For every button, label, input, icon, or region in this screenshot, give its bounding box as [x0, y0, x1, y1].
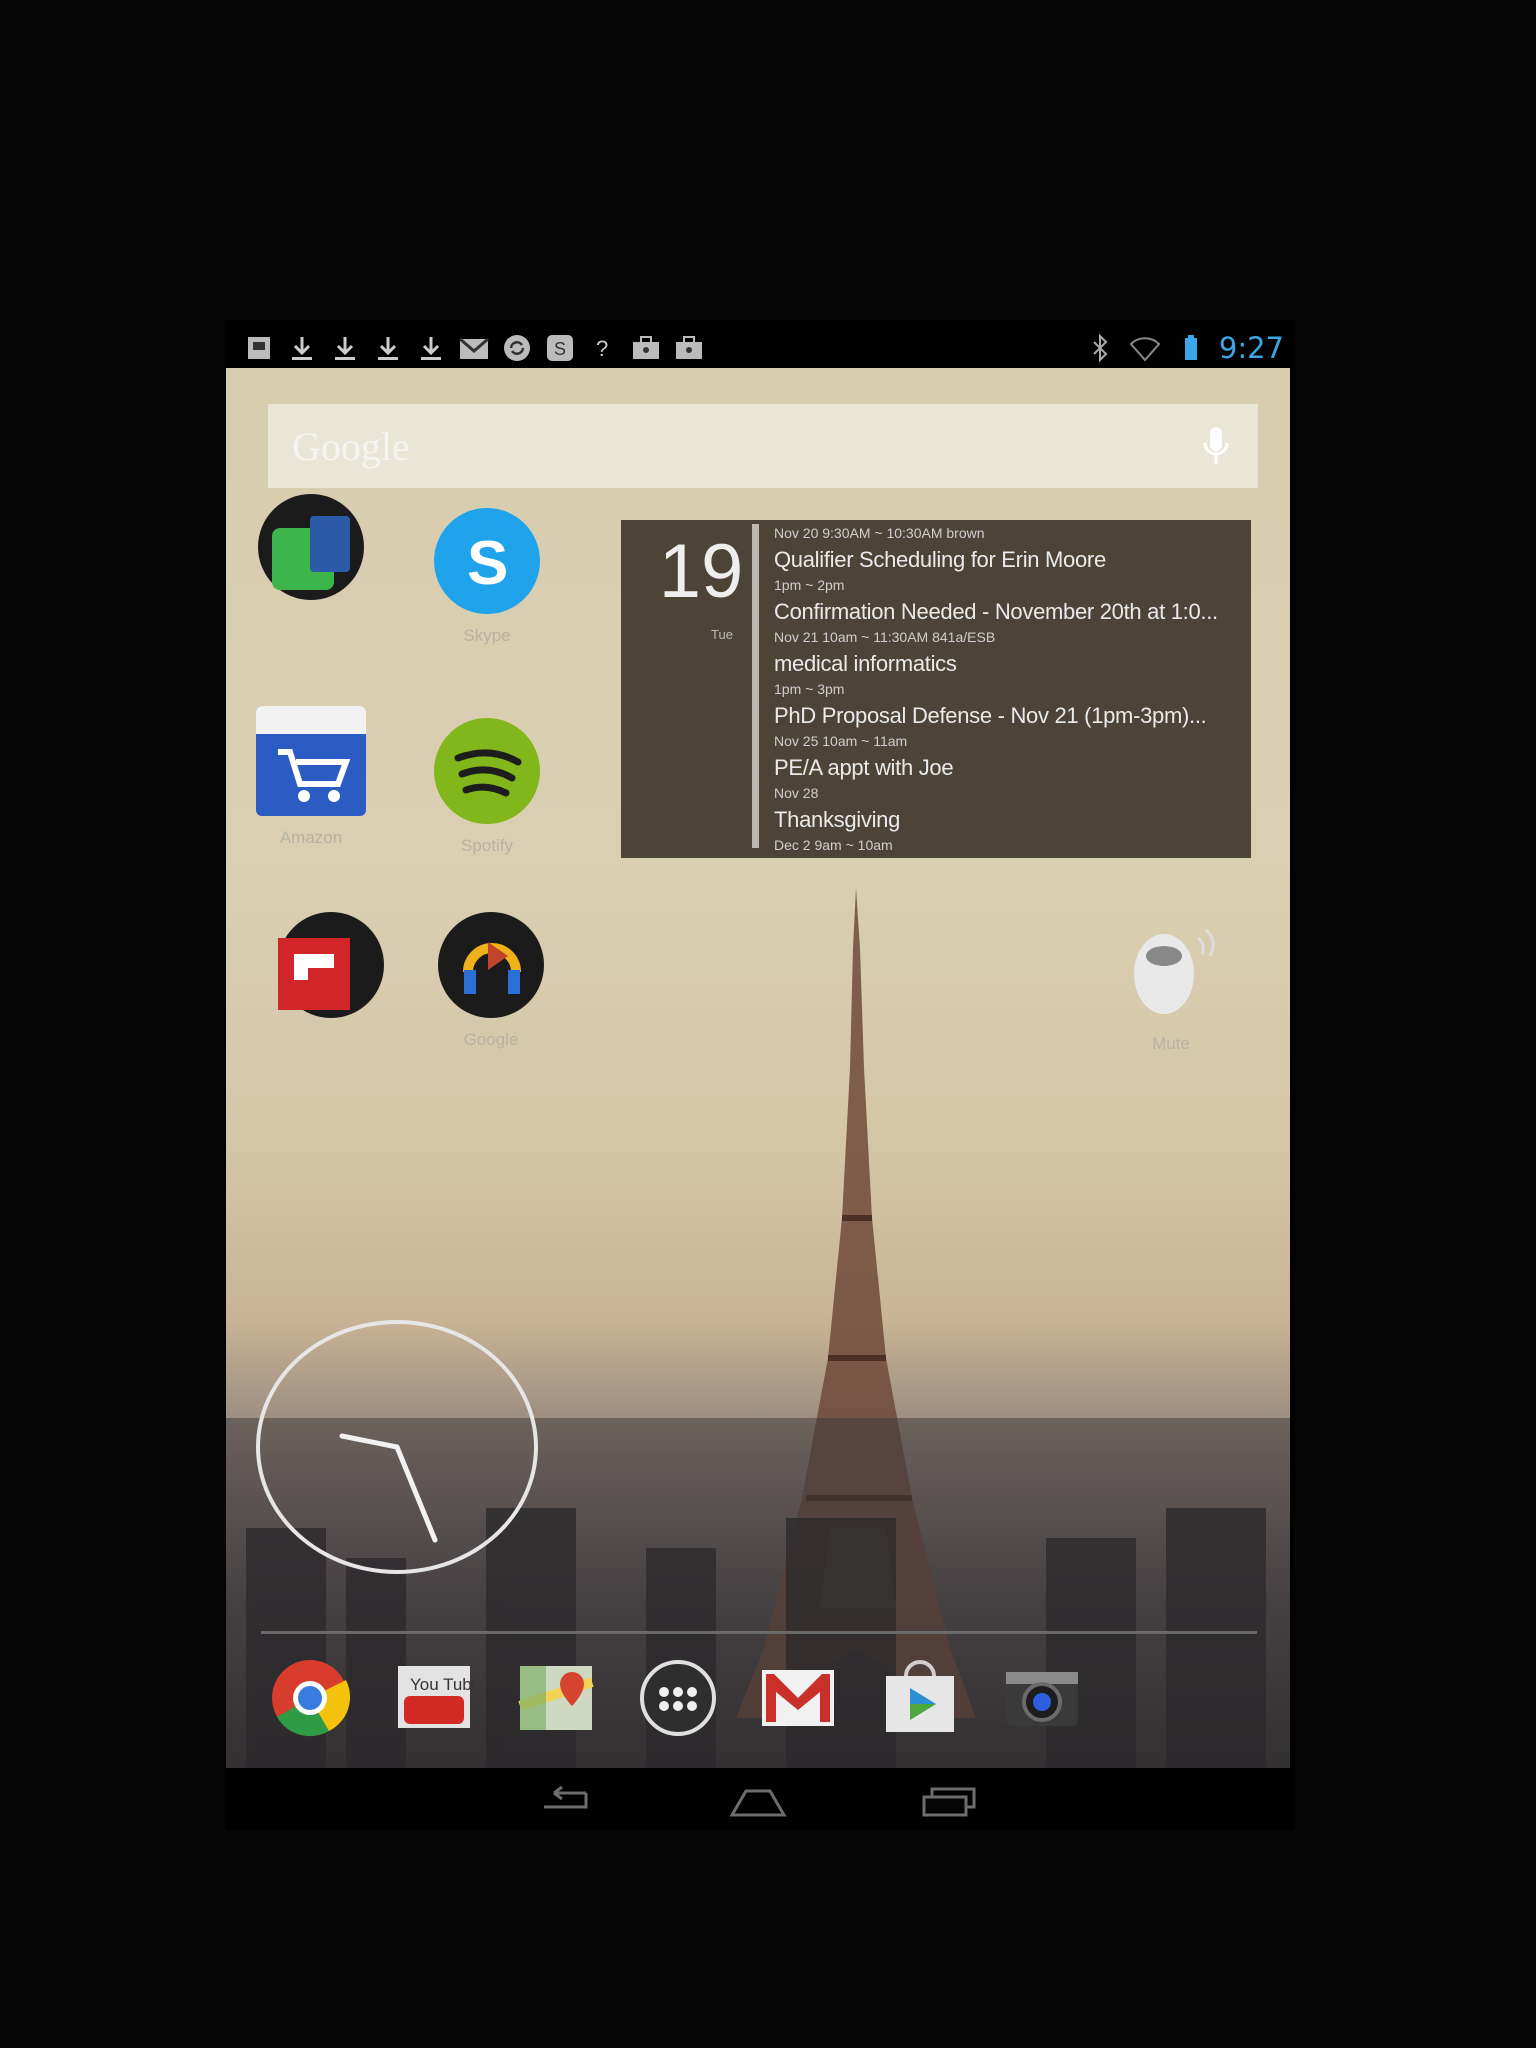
- evernote-folder-icon: [258, 494, 364, 600]
- wifi-icon: [1129, 332, 1162, 365]
- calendar-day: 19: [658, 529, 744, 614]
- app-label: Amazon: [279, 828, 343, 847]
- app-folder-google[interactable]: Google: [426, 912, 556, 1050]
- app-drawer-icon[interactable]: [638, 1658, 718, 1738]
- briefcase-icon: [672, 332, 705, 365]
- svg-text:S: S: [554, 339, 566, 359]
- analog-clock-widget[interactable]: [256, 1320, 538, 1574]
- battery-icon: [1174, 332, 1207, 365]
- spotify-icon: [434, 718, 540, 824]
- app-label: Spotify: [461, 836, 513, 855]
- calendar-event[interactable]: 1pm ~ 2pm Confirmation Needed - November …: [774, 575, 1241, 627]
- storage-icon: [242, 332, 275, 365]
- calendar-event[interactable]: Nov 25 10am ~ 11am PE/A appt with Joe: [774, 731, 1241, 783]
- navigation-bar[interactable]: [500, 1785, 1020, 1825]
- skype-icon: S: [543, 332, 576, 365]
- google-folder-icon: [438, 912, 544, 1018]
- help-icon: ?: [586, 332, 619, 365]
- play-store-icon[interactable]: [880, 1658, 960, 1738]
- gmail-icon[interactable]: [758, 1658, 838, 1738]
- bluetooth-icon: [1084, 332, 1117, 365]
- google-search-bar[interactable]: Google: [268, 404, 1258, 488]
- svg-text:?: ?: [596, 336, 608, 361]
- calendar-widget[interactable]: 19 Tue Nov 20 9:30AM ~ 10:30AM brown Qual…: [621, 520, 1251, 858]
- youtube-icon[interactable]: You Tube: [394, 1658, 481, 1738]
- sync-icon: [500, 332, 533, 365]
- dock[interactable]: You Tube: [264, 1658, 1260, 1748]
- mute-icon: [1118, 916, 1224, 1022]
- chrome-icon[interactable]: [270, 1658, 351, 1738]
- status-time: 9:27: [1218, 331, 1284, 365]
- download-icon: [371, 332, 404, 365]
- app-folder-flipboard[interactable]: [266, 912, 396, 1030]
- calendar-event[interactable]: Nov 20 9:30AM ~ 10:30AM brown Qualifier S…: [774, 523, 1241, 575]
- calendar-event[interactable]: Nov 28 Thanksgiving: [774, 783, 1241, 835]
- maps-icon[interactable]: [516, 1658, 596, 1738]
- camera-icon[interactable]: [1002, 1658, 1082, 1738]
- calendar-divider: [752, 524, 759, 848]
- calendar-event[interactable]: 1pm ~ 3pm PhD Proposal Defense - Nov 21 (…: [774, 679, 1241, 731]
- notification-icons[interactable]: S ?: [238, 332, 705, 365]
- home-icon[interactable]: [728, 1785, 788, 1819]
- recent-apps-icon[interactable]: [920, 1785, 980, 1819]
- app-folder-evernote[interactable]: [246, 494, 376, 612]
- svg-text:S: S: [467, 529, 508, 598]
- home-screen[interactable]: Google S Skype Amazon Spotify Google Mut…: [226, 368, 1290, 1768]
- app-label: Mute: [1152, 1034, 1190, 1053]
- flipboard-folder-icon: [278, 912, 384, 1018]
- calendar-event[interactable]: Nov 21 10am ~ 11:30AM 841a/ESB medical in…: [774, 627, 1241, 679]
- google-logo: Google: [292, 423, 410, 469]
- download-icon: [414, 332, 447, 365]
- calendar-event[interactable]: Dec 2 9am ~ 10am: [774, 835, 1241, 887]
- app-label: Google: [463, 1030, 519, 1049]
- back-icon[interactable]: [536, 1785, 596, 1819]
- app-label: Skype: [463, 626, 511, 645]
- skype-icon: S: [434, 508, 540, 614]
- app-skype[interactable]: S Skype: [422, 508, 552, 646]
- status-bar[interactable]: S ? 9:27: [238, 322, 1290, 374]
- calendar-event-list[interactable]: Nov 20 9:30AM ~ 10:30AM brown Qualifier S…: [774, 523, 1241, 887]
- download-icon: [328, 332, 361, 365]
- app-spotify[interactable]: Spotify: [422, 718, 552, 856]
- calendar-weekday: Tue: [711, 627, 733, 642]
- system-status[interactable]: 9:27: [1084, 331, 1290, 365]
- download-icon: [285, 332, 318, 365]
- youtube-word-you: You Tube: [410, 1675, 474, 1694]
- clock-hands: [339, 1433, 438, 1543]
- microphone-icon[interactable]: [1202, 421, 1230, 471]
- dock-divider: [261, 1631, 1257, 1634]
- app-mute[interactable]: Mute: [1106, 916, 1236, 1054]
- briefcase-icon: [629, 332, 662, 365]
- amazon-icon: [256, 706, 366, 816]
- gmail-icon: [457, 332, 490, 365]
- app-amazon[interactable]: Amazon: [246, 706, 376, 848]
